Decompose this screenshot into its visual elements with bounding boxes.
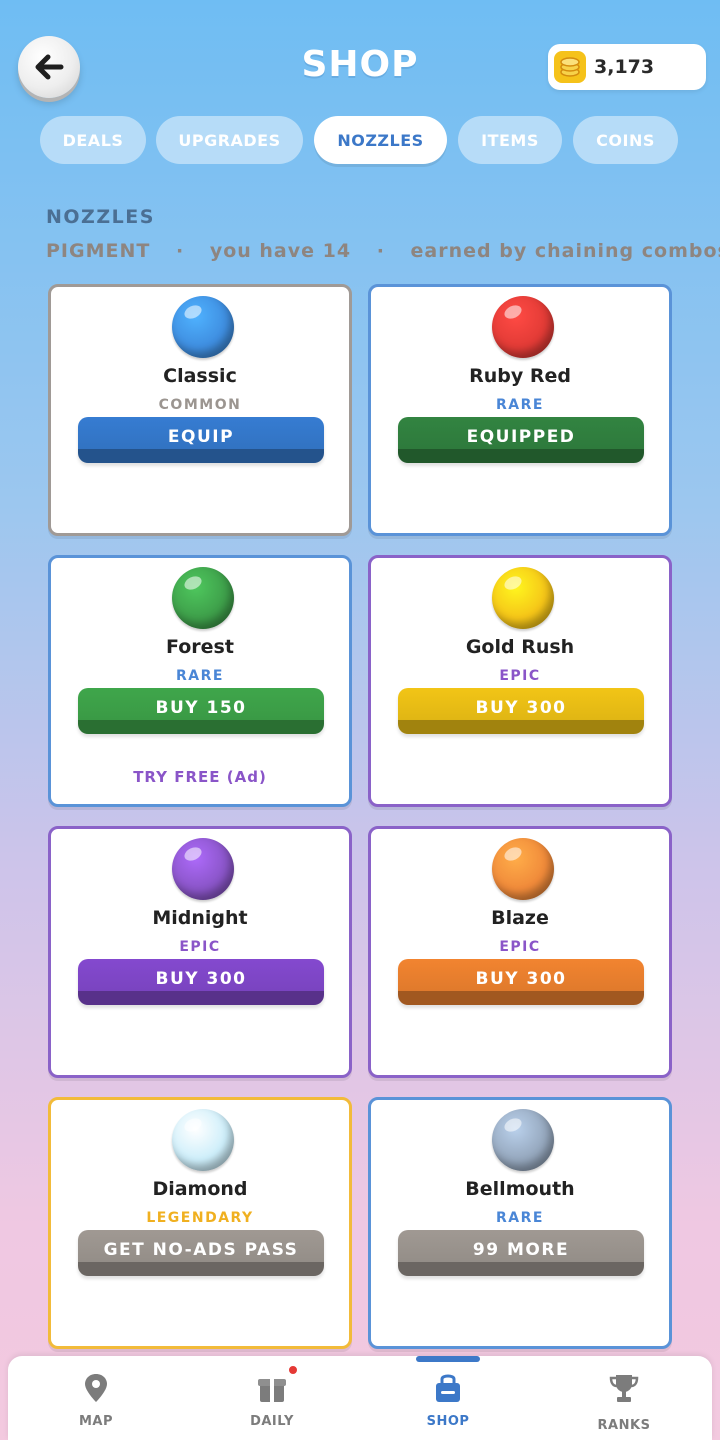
nav-label: SHOP — [426, 1414, 470, 1429]
nozzle-card[interactable]: Midnight EPIC BUY 300 — [48, 826, 352, 1078]
notification-badge — [287, 1364, 299, 1376]
shop-bag-icon — [436, 1374, 460, 1402]
nav-daily[interactable]: DAILY — [184, 1356, 360, 1440]
pigment-hint: earned by chaining combos — [410, 240, 720, 262]
nozzle-orb-icon — [172, 838, 234, 900]
nav-label: MAP — [78, 1414, 114, 1429]
get-no-ads-pass-button[interactable]: GET NO-ADS PASS — [78, 1230, 324, 1276]
pigment-info: PIGMENT · you have 14 · earned by chaini… — [46, 240, 720, 262]
coin-balance[interactable]: 3,173 — [548, 44, 706, 90]
tab-nozzles[interactable]: NOZZLES — [314, 116, 447, 164]
pigment-count: you have 14 — [209, 240, 352, 262]
nozzle-name: Ruby Red — [469, 365, 571, 387]
nozzle-name: Classic — [163, 365, 237, 387]
section-title: NOZZLES — [46, 206, 155, 228]
nozzle-card[interactable]: Ruby Red RARE EQUIPPED — [368, 284, 672, 536]
nozzle-rarity: COMMON — [158, 397, 242, 413]
nozzle-rarity: LEGENDARY — [146, 1210, 254, 1226]
buy-button[interactable]: BUY 300 — [398, 959, 644, 1005]
nav-shop[interactable]: SHOP — [360, 1356, 536, 1440]
try-free-ad-link[interactable]: TRY FREE (Ad) — [51, 768, 349, 786]
tab-deals[interactable]: DEALS — [40, 116, 146, 164]
nozzle-card[interactable]: Blaze EPIC BUY 300 — [368, 826, 672, 1078]
separator-dot: · — [376, 240, 385, 262]
nozzle-name: Diamond — [152, 1178, 248, 1200]
nozzle-name: Midnight — [152, 907, 248, 929]
nozzle-card[interactable]: Diamond LEGENDARY GET NO-ADS PASS — [48, 1097, 352, 1349]
nozzle-name: Forest — [166, 636, 234, 658]
map-pin-icon — [85, 1374, 107, 1402]
gift-icon — [258, 1379, 286, 1402]
nozzle-rarity: RARE — [496, 1210, 544, 1226]
top-bar: SHOP 3,173 — [0, 0, 720, 110]
tab-items[interactable]: ITEMS — [458, 116, 562, 164]
nozzle-orb-icon — [492, 567, 554, 629]
shop-tabs: DEALS UPGRADES NOZZLES ITEMS COINS — [0, 116, 720, 164]
nav-ranks[interactable]: RANKS — [536, 1356, 712, 1440]
nozzle-orb-icon — [172, 1109, 234, 1171]
nav-map[interactable]: MAP — [8, 1356, 184, 1440]
nozzle-card[interactable]: Gold Rush EPIC BUY 300 — [368, 555, 672, 807]
nozzle-card[interactable]: Forest RARE BUY 150 TRY FREE (Ad) — [48, 555, 352, 807]
separator-dot: · — [175, 240, 185, 262]
nozzle-rarity: EPIC — [499, 939, 541, 955]
equip-button[interactable]: EQUIP — [78, 417, 324, 463]
nozzle-orb-icon — [172, 567, 234, 629]
nozzle-name: Gold Rush — [465, 636, 575, 658]
bottom-nav: MAP DAILY SHOP RANKS — [8, 1356, 712, 1440]
nozzle-card[interactable]: Classic COMMON EQUIP — [48, 284, 352, 536]
nozzle-rarity: EPIC — [179, 939, 221, 955]
nozzle-name: Blaze — [491, 907, 549, 929]
coin-count: 3,173 — [594, 56, 655, 78]
nozzle-orb-icon — [492, 838, 554, 900]
buy-button[interactable]: BUY 300 — [398, 688, 644, 734]
pigment-label: PIGMENT — [46, 240, 151, 262]
buy-button[interactable]: BUY 300 — [78, 959, 324, 1005]
nozzle-card[interactable]: Bellmouth RARE 99 MORE — [368, 1097, 672, 1349]
locked-progress-button[interactable]: 99 MORE — [398, 1230, 644, 1276]
nozzle-orb-icon — [492, 1109, 554, 1171]
nozzle-orb-icon — [492, 296, 554, 358]
trophy-icon — [609, 1375, 639, 1402]
nozzle-rarity: RARE — [176, 668, 224, 684]
nozzle-name: Bellmouth — [465, 1178, 575, 1200]
nozzle-rarity: RARE — [496, 397, 544, 413]
nozzle-orb-icon — [172, 296, 234, 358]
tab-upgrades[interactable]: UPGRADES — [156, 116, 303, 164]
equipped-button[interactable]: EQUIPPED — [398, 417, 644, 463]
coin-stack-icon — [554, 51, 586, 83]
active-tab-indicator — [416, 1356, 480, 1362]
nav-label: RANKS — [597, 1418, 651, 1433]
buy-button[interactable]: BUY 150 — [78, 688, 324, 734]
tab-coins[interactable]: COINS — [573, 116, 678, 164]
nozzle-rarity: EPIC — [499, 668, 541, 684]
nav-label: DAILY — [250, 1414, 294, 1429]
